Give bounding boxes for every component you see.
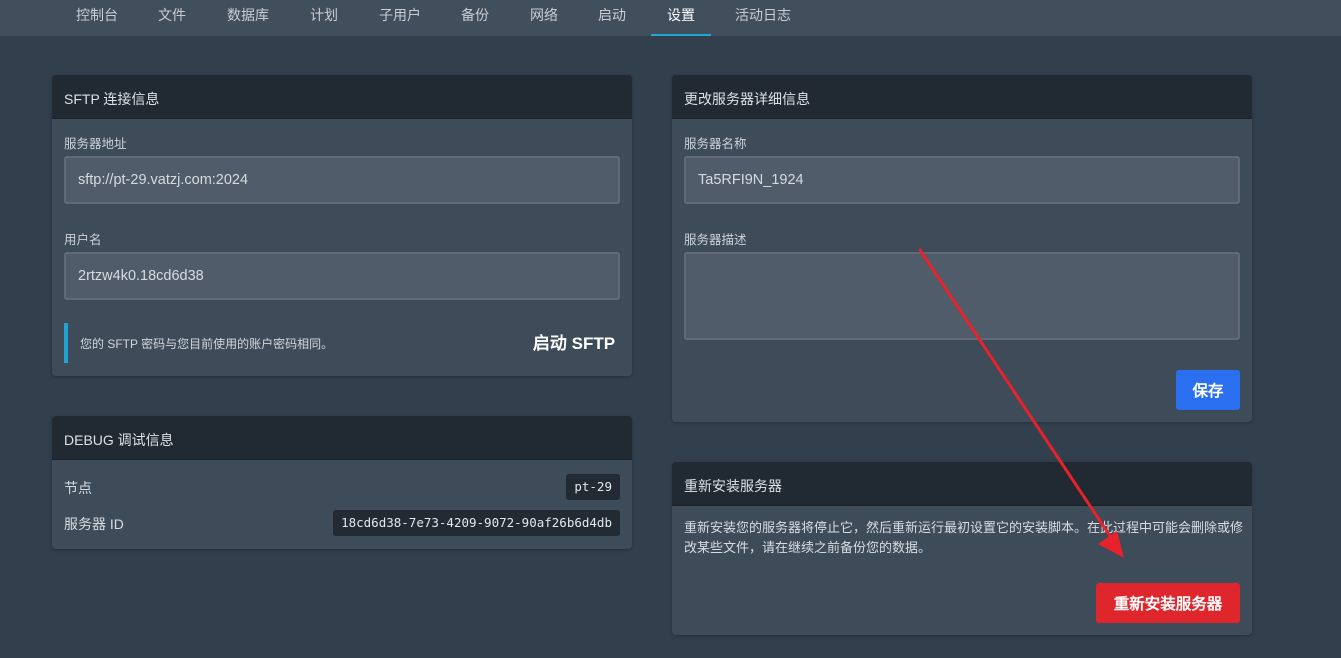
- tab-files[interactable]: 文件: [158, 0, 186, 36]
- save-button[interactable]: 保存: [1176, 370, 1240, 410]
- tab-startup[interactable]: 启动: [598, 0, 626, 36]
- server-description-label: 服务器描述: [684, 233, 747, 247]
- node-value: pt-29: [566, 474, 620, 500]
- username-field[interactable]: [64, 252, 620, 300]
- server-name-label: 服务器名称: [684, 137, 747, 151]
- reinstall-server-button[interactable]: 重新安装服务器: [1096, 583, 1240, 623]
- server-address-label: 服务器地址: [64, 137, 127, 151]
- node-label: 节点: [64, 480, 92, 496]
- reinstall-card-title: 重新安装服务器: [672, 462, 1252, 506]
- tab-schedules[interactable]: 计划: [310, 0, 338, 36]
- tab-subusers[interactable]: 子用户: [379, 0, 421, 36]
- server-details-card: 更改服务器详细信息 服务器名称 服务器描述 保存: [672, 75, 1252, 422]
- username-label: 用户名: [64, 233, 102, 247]
- sftp-password-notice: 您的 SFTP 密码与您目前使用的账户密码相同。: [64, 323, 494, 363]
- server-details-card-title: 更改服务器详细信息: [672, 75, 1252, 119]
- tab-console[interactable]: 控制台: [76, 0, 118, 36]
- reinstall-card: 重新安装服务器 重新安装您的服务器将停止它，然后重新运行最初设置它的安装脚本。在…: [672, 462, 1252, 635]
- top-navigation: 控制台 文件 数据库 计划 子用户 备份 网络 启动 设置 活动日志: [0, 0, 1341, 36]
- debug-card-title: DEBUG 调试信息: [52, 416, 632, 460]
- launch-sftp-button[interactable]: 启动 SFTP: [514, 329, 632, 359]
- tab-network[interactable]: 网络: [530, 0, 558, 36]
- server-name-field[interactable]: [684, 156, 1240, 204]
- server-id-value: 18cd6d38-7e73-4209-9072-90af26b6d4db: [333, 510, 620, 536]
- tab-backups[interactable]: 备份: [461, 0, 489, 36]
- tab-databases[interactable]: 数据库: [227, 0, 269, 36]
- reinstall-warning-text: 重新安装您的服务器将停止它，然后重新运行最初设置它的安装脚本。在此过程中可能会删…: [684, 520, 1244, 555]
- server-id-label: 服务器 ID: [64, 516, 124, 532]
- debug-card: DEBUG 调试信息 节点 pt-29 服务器 ID 18cd6d38-7e73…: [52, 416, 632, 549]
- sftp-card: SFTP 连接信息 服务器地址 用户名 您的 SFTP 密码与您目前使用的账户密…: [52, 75, 632, 376]
- server-address-field[interactable]: [64, 156, 620, 204]
- server-description-field[interactable]: [684, 252, 1240, 340]
- tab-activity-log[interactable]: 活动日志: [735, 0, 791, 36]
- tab-settings[interactable]: 设置: [651, 0, 711, 36]
- sftp-card-title: SFTP 连接信息: [52, 75, 632, 119]
